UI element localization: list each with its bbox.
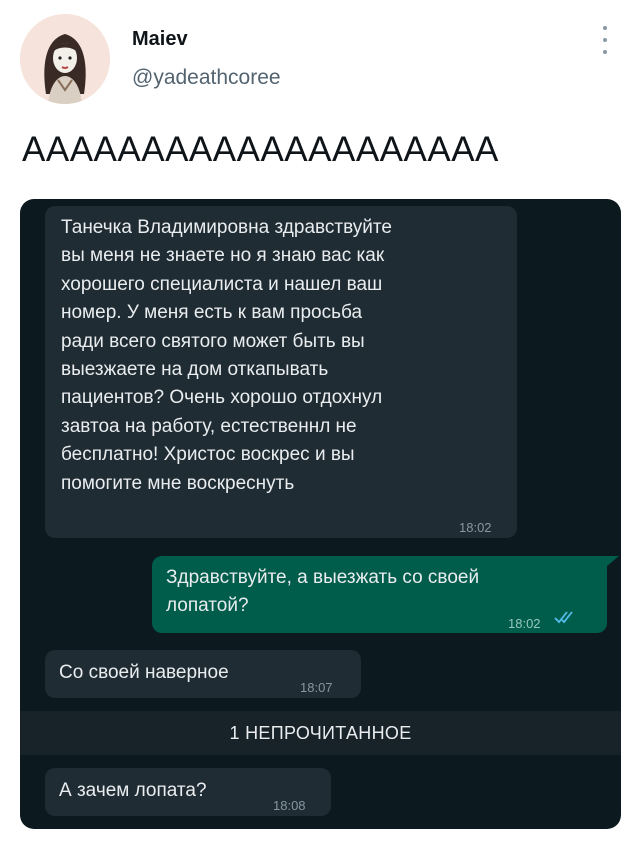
message-time: 18:07 [300,680,333,695]
message-time: 18:08 [273,798,306,813]
message-bubble-incoming[interactable]: А зачем лопата? 18:08 [45,768,331,816]
unread-messages-divider: 1 НЕПРОЧИТАННОЕ [20,711,621,755]
chat-screenshot: Танечка Владимировна здравствуйте вы мен… [20,199,621,829]
message-time: 18:02 [459,520,492,535]
message-text: Танечка Владимировна здравствуйте вы мен… [61,217,392,494]
user-avatar-icon[interactable] [20,14,110,104]
bubble-tail [607,556,619,566]
display-name[interactable]: Maiev [132,28,188,51]
more-vertical-icon[interactable] [596,26,614,54]
message-bubble-incoming[interactable]: Танечка Владимировна здравствуйте вы мен… [45,206,517,538]
user-handle[interactable]: @yadeathcoree [132,66,281,90]
message-bubble-outgoing[interactable]: Здравствуйте, а выезжать со своей лопато… [152,556,607,633]
tweet-text: АААААААААААААААААААА [22,130,499,169]
double-check-read-icon [554,611,573,624]
tweet-header: Maiev @yadeathcoree [0,0,640,110]
message-bubble-incoming[interactable]: Со своей наверное 18:07 [45,650,361,698]
message-time: 18:02 [508,616,541,631]
